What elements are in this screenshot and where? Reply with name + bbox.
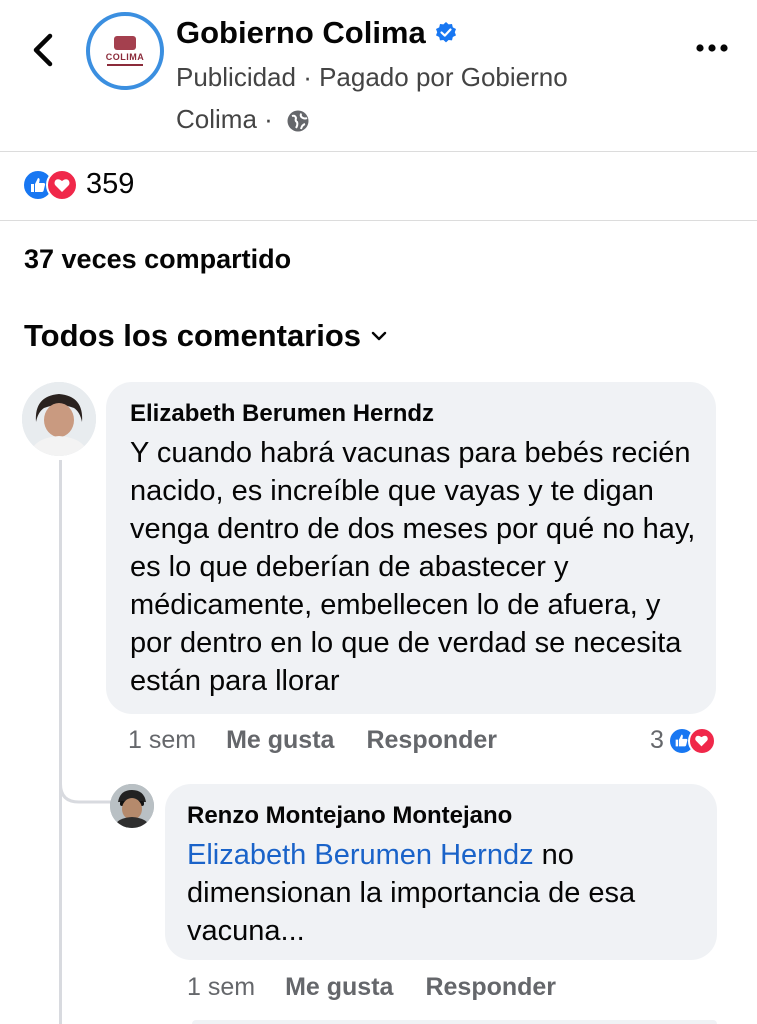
page-avatar[interactable]: COLIMA: [86, 12, 164, 90]
page-name[interactable]: Gobierno Colima: [176, 14, 458, 52]
reply-mention[interactable]: Elizabeth Berumen Herndz: [187, 839, 534, 871]
reply-connector: [59, 760, 113, 804]
reply-avatar[interactable]: [110, 784, 154, 828]
person-photo-icon: [22, 382, 96, 456]
comment-time[interactable]: 1 sem: [128, 726, 196, 755]
reactions-summary[interactable]: 359: [22, 168, 134, 201]
like-button[interactable]: Me gusta: [226, 726, 334, 755]
comment-text: Y cuando habrá vacunas para bebés recién…: [130, 437, 696, 697]
comment-actions: 1 sem Me gusta Responder: [128, 726, 497, 755]
like-button[interactable]: Me gusta: [285, 973, 393, 1002]
reply-time[interactable]: 1 sem: [187, 973, 255, 1002]
thread-line: [59, 460, 62, 1024]
sponsored-line: Publicidad · Pagado por Gobierno Colima …: [176, 56, 646, 140]
sponsored-text: Publicidad · Pagado por Gobierno Colima …: [176, 62, 568, 134]
comment-author[interactable]: Elizabeth Berumen Herndz: [130, 400, 434, 428]
globe-icon: [287, 110, 309, 132]
more-options-icon[interactable]: [695, 36, 729, 60]
commenter-avatar[interactable]: [22, 382, 96, 456]
person-photo-icon: [110, 784, 154, 828]
chevron-down-icon: [371, 331, 387, 341]
page-name-label: Gobierno Colima: [176, 15, 426, 50]
reply-author[interactable]: Renzo Montejano Montejano: [187, 802, 512, 830]
reply-text: Elizabeth Berumen Herndz no dimensionan …: [187, 836, 697, 950]
love-reaction-icon: [46, 168, 78, 201]
comment-bubble: Elizabeth Berumen Herndz Y cuando habrá …: [106, 382, 716, 714]
reply-button[interactable]: Responder: [425, 973, 556, 1002]
reply-actions: 1 sem Me gusta Responder: [187, 973, 556, 1002]
page-logo-text: COLIMA: [105, 52, 145, 62]
comment-reactions[interactable]: 3: [650, 726, 716, 755]
reaction-count: 359: [86, 168, 135, 200]
love-reaction-icon: [687, 726, 716, 755]
verified-badge-icon: [435, 22, 456, 43]
comments-filter[interactable]: Todos los comentarios: [24, 318, 387, 354]
comments-filter-label: Todos los comentarios: [24, 318, 362, 353]
back-arrow-icon[interactable]: [28, 30, 58, 70]
divider: [0, 151, 757, 152]
comment-reaction-count: 3: [650, 726, 664, 754]
share-count[interactable]: 37 veces compartido: [24, 244, 291, 275]
next-reply-bubble: [192, 1020, 717, 1024]
crest-icon: [114, 36, 136, 50]
reply-bubble: Renzo Montejano Montejano Elizabeth Beru…: [165, 784, 717, 960]
divider: [0, 220, 757, 221]
reply-button[interactable]: Responder: [366, 726, 497, 755]
